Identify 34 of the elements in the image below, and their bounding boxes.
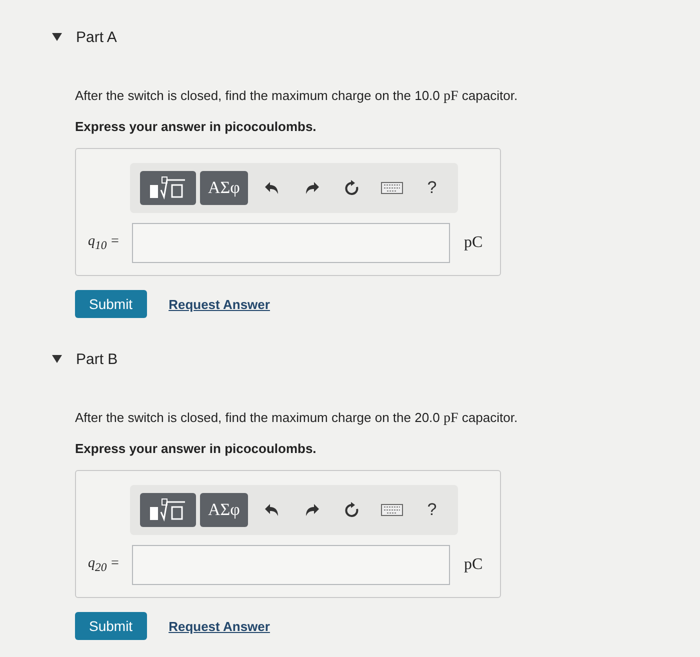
submit-button[interactable]: Submit — [75, 612, 147, 640]
variable-label: q$_{10}$ = — [87, 234, 121, 252]
templates-icon — [148, 498, 188, 522]
templates-button[interactable] — [140, 493, 196, 527]
reset-icon — [344, 180, 360, 196]
part-title: Part B — [76, 350, 118, 368]
units-label: pC — [464, 234, 483, 252]
keyboard-icon — [380, 504, 403, 516]
variable-label: q$_{20}$ = — [87, 556, 121, 574]
help-button[interactable]: ? — [412, 171, 452, 205]
submit-button[interactable]: Submit — [75, 290, 147, 318]
help-button[interactable]: ? — [412, 493, 452, 527]
request-answer-link[interactable]: Request Answer — [168, 618, 270, 634]
request-answer-link[interactable]: Request Answer — [168, 296, 270, 312]
instruction-text: Express your answer in picocoulombs. — [75, 441, 318, 456]
answer-field[interactable] — [132, 223, 450, 263]
redo-icon — [304, 181, 320, 195]
symbols-button[interactable]: ΑΣφ — [200, 493, 248, 527]
caret-icon[interactable] — [52, 33, 62, 41]
symbols-button[interactable]: ΑΣφ — [200, 171, 248, 205]
redo-icon — [304, 503, 320, 517]
question-text: After the switch is closed, find the maximum charge on the 20.0 pF capacitor. — [75, 410, 519, 427]
answer-field[interactable] — [132, 545, 450, 585]
undo-icon — [264, 181, 280, 195]
units-label: pC — [464, 556, 483, 574]
reset-icon — [344, 502, 360, 518]
keyboard-icon — [380, 182, 403, 194]
part-title: Part A — [76, 28, 117, 46]
undo-icon — [264, 503, 280, 517]
templates-icon — [148, 176, 188, 200]
question-text: After the switch is closed, find the maximum charge on the 10.0 pF capacitor. — [75, 88, 519, 105]
instruction-text: Express your answer in picocoulombs. — [75, 119, 318, 134]
caret-icon[interactable] — [52, 355, 62, 363]
templates-button[interactable] — [140, 171, 196, 205]
